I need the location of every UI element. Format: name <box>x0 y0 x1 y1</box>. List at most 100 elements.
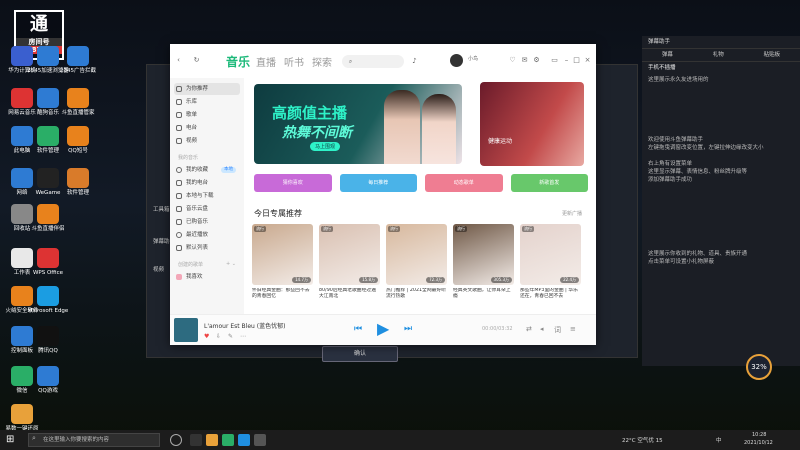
bgapp-text-toolbox: 工具箱 <box>153 207 170 213</box>
desktop-icon-label: 2345广告拦截 <box>60 68 96 74</box>
now-playing-title[interactable]: L'amour Est Bleu (蓝色忧郁) <box>204 321 285 330</box>
recommendation-card[interactable]: 流行 15.8万 80/90后经典老歌曲经过遍大江南北 <box>319 224 380 306</box>
taskbar-app-icon[interactable] <box>222 434 234 446</box>
volume-icon[interactable]: ◂ <box>540 325 544 333</box>
sidebar-item-radio[interactable]: 电台 <box>174 122 240 134</box>
desktop-icon[interactable]: Microsoft Edge <box>26 286 70 315</box>
avatar[interactable] <box>450 54 463 67</box>
close-icon[interactable]: × <box>583 56 592 65</box>
more-icon[interactable]: ⋯ <box>240 333 246 340</box>
taskbar-search-input[interactable]: 在这里输入你要搜索的内容 <box>28 433 160 447</box>
desktop-icon[interactable]: WPS Office <box>26 248 70 277</box>
sidebar-item-i-like[interactable]: 我喜欢 <box>174 271 240 283</box>
genre-tag: 流行 <box>455 226 467 232</box>
tab-explore[interactable]: 探索 <box>312 54 332 69</box>
sidebar-item-video[interactable]: 视频 <box>174 135 240 147</box>
quick-card-new[interactable]: 新歌首发 <box>510 174 588 192</box>
weather-text[interactable]: 22°C 空气优 15 <box>622 436 663 444</box>
desktop-icon[interactable]: QQ短号 <box>56 126 100 155</box>
refresh-icon[interactable]: ↻ <box>192 56 201 65</box>
app-icon <box>37 366 59 386</box>
sidebar-item-recommend[interactable]: 为你推荐 <box>174 83 240 95</box>
section-title: 今日专属推荐 <box>254 209 302 218</box>
sidebar-item-my-radio[interactable]: 我的电台 <box>174 177 240 189</box>
desktop-icon[interactable]: 腾讯QQ <box>26 326 70 355</box>
playlist-icon[interactable]: ≡ <box>570 325 576 333</box>
play-count: 15.8万 <box>359 277 378 283</box>
sidebar-item-playlists[interactable]: 歌单 <box>174 109 240 121</box>
quick-card-daily[interactable]: 每日推荐 <box>339 174 417 192</box>
sidebar-item-default-list[interactable]: 默认列表 <box>174 242 240 254</box>
clock-time[interactable]: 10:28 <box>752 432 766 438</box>
app-icon <box>37 204 59 224</box>
play-icon[interactable]: ▶ <box>377 319 389 338</box>
sidebar-item-library[interactable]: 乐库 <box>174 96 240 108</box>
desktop-icon[interactable]: QQ游戏 <box>26 366 70 395</box>
desktop-icon[interactable]: 2345广告拦截 <box>56 46 100 75</box>
mic-icon[interactable]: ♪ <box>410 57 419 66</box>
desktop-icon[interactable]: 斗鱼直播伴侣 <box>26 204 70 233</box>
task-view-icon[interactable] <box>170 434 182 446</box>
sidebar-item-purchased[interactable]: 已购音乐 <box>174 216 240 228</box>
minimize-icon[interactable]: – <box>562 56 571 65</box>
loop-icon[interactable]: ⇄ <box>526 325 532 333</box>
sidebar-item-local[interactable]: 本地与下载 <box>174 190 240 202</box>
sidebar-item-label: 我的电台 <box>186 180 209 186</box>
quick-card-guess[interactable]: 猜你喜欢 <box>254 174 332 192</box>
tab-gift[interactable]: 礼物 <box>713 49 724 61</box>
section-more-link[interactable]: 更新广播 <box>562 210 582 217</box>
comment-icon[interactable]: ✎ <box>228 333 233 340</box>
maximize-icon[interactable]: □ <box>572 56 581 65</box>
recommendation-card[interactable]: 流行 72.3万 热门推荐 | 2021全网最好听流行热歌 <box>386 224 447 306</box>
hero-banner[interactable]: 高颜值主播 热舞不间断 马上围观 <box>254 84 462 164</box>
side-banner[interactable]: 健康运动 <box>480 82 584 166</box>
recommendation-card[interactable]: 流行 305.3万 经典英文歌曲，让你耳朵上瘾 <box>453 224 514 306</box>
confirm-button[interactable]: 确认 <box>322 346 398 362</box>
sidebar-item-favorites[interactable]: 我的收藏 本地 <box>174 164 240 176</box>
sidebar-item-label: 为你推荐 <box>186 86 209 92</box>
list-icon <box>176 245 182 251</box>
lyrics-icon[interactable]: 词 <box>554 325 561 335</box>
taskbar-app-icon[interactable] <box>254 434 266 446</box>
recommendation-cover: 流行 305.3万 <box>453 224 514 285</box>
play-count: 22.4万 <box>560 277 579 283</box>
sidebar-item-cloud[interactable]: 音乐云盘 <box>174 203 240 215</box>
taskbar-app-icon[interactable] <box>238 434 250 446</box>
clock-date[interactable]: 2021/10/12 <box>744 440 773 446</box>
start-icon[interactable]: ⊞ <box>6 434 14 445</box>
desktop-icon[interactable]: 软件管理 <box>56 168 100 197</box>
banner-watch-button[interactable]: 马上围观 <box>310 142 341 151</box>
mail-icon[interactable]: ✉ <box>520 56 529 65</box>
mini-mode-icon[interactable]: ▭ <box>550 56 559 65</box>
user-name[interactable]: 小鸟 <box>468 55 478 62</box>
desktop-icon[interactable]: 斗鱼直播管家 <box>56 88 100 117</box>
radio-icon <box>176 125 182 131</box>
tab-audiobooks[interactable]: 听书 <box>284 54 304 69</box>
tab-clipboard[interactable]: 粘贴板 <box>764 49 781 61</box>
back-icon[interactable]: ‹ <box>174 56 183 65</box>
taskbar-app-icon[interactable] <box>206 434 218 446</box>
app-icon <box>11 404 33 424</box>
desktop-icon[interactable]: 易数一键还原 <box>0 404 44 433</box>
previous-icon[interactable]: ⏮ <box>354 324 362 334</box>
skin-icon[interactable]: ♡ <box>508 56 517 65</box>
add-playlist-icon[interactable]: + ⌄ <box>226 261 236 267</box>
tab-danmu[interactable]: 弹幕 <box>662 49 673 61</box>
next-icon[interactable]: ⏭ <box>404 324 412 334</box>
panel-tabs: 弹幕 礼物 粘贴板 <box>642 49 800 62</box>
settings-icon[interactable]: ⚙ <box>532 56 541 65</box>
main-content: 高颜值主播 热舞不间断 马上围观 健康运动 猜你喜欢 每日推荐 动态歌单 新歌首… <box>250 78 590 314</box>
sidebar-item-recent[interactable]: 最近播放 <box>174 229 240 241</box>
playlist-icon <box>176 112 182 118</box>
quick-card-dynamic[interactable]: 动态歌单 <box>425 174 503 192</box>
panel-title: 弹幕助手 <box>642 36 800 49</box>
recommendation-card[interactable]: 流行 22.4万 那些年MP3里的金曲 | 华乐还在，青春已回不去 <box>520 224 581 306</box>
like-icon[interactable]: ♥ <box>204 333 209 340</box>
tab-live[interactable]: 直播 <box>256 54 276 69</box>
tab-music[interactable]: 音乐 <box>226 53 250 70</box>
taskbar-app-icon[interactable] <box>190 434 202 446</box>
input-language[interactable]: 中 <box>716 436 722 444</box>
download-icon[interactable]: ⇩ <box>216 333 221 340</box>
recommendation-card[interactable]: 流行 14.7万 怀旧经典金曲：那些回不去的青春回忆 <box>252 224 313 306</box>
now-playing-cover[interactable] <box>174 318 198 342</box>
